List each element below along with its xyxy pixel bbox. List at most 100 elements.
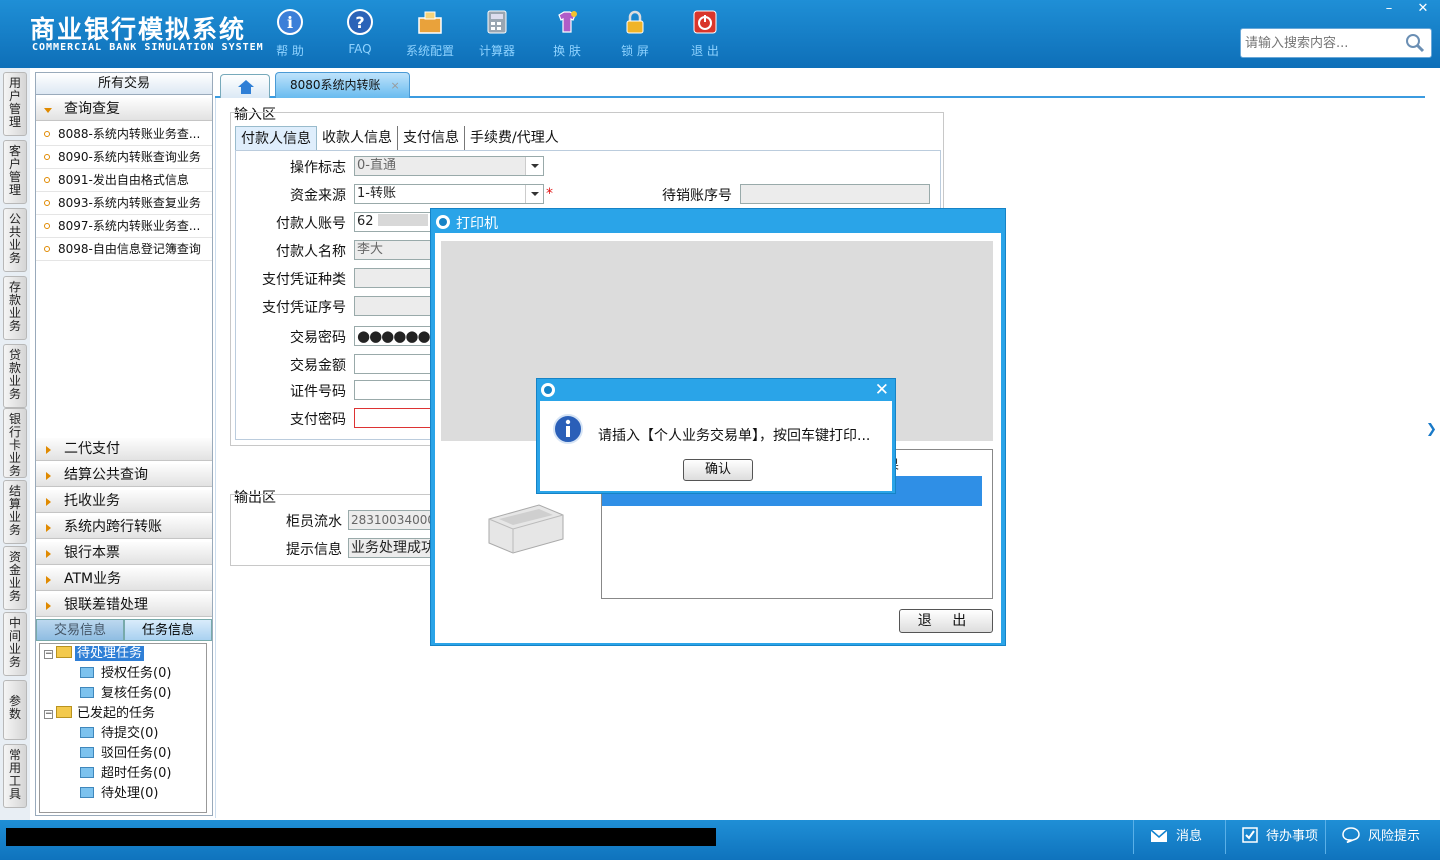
nav-item-8090[interactable]: 8090-系统内转账查询业务 bbox=[36, 146, 212, 169]
skin-label: 换 肤 bbox=[553, 44, 581, 58]
search-icon[interactable] bbox=[1405, 33, 1425, 53]
nav-group-query[interactable]: 查询查复 bbox=[36, 97, 212, 121]
task-icon bbox=[80, 667, 94, 678]
settings-label: 系统配置 bbox=[405, 44, 454, 58]
lock-button[interactable]: 锁 屏 bbox=[605, 8, 665, 59]
home-tab[interactable] bbox=[220, 74, 270, 98]
vtab-settlement[interactable]: 结算业务 bbox=[3, 480, 27, 544]
home-icon bbox=[238, 80, 254, 94]
dropdown-arrow-icon[interactable] bbox=[525, 185, 543, 203]
tree-node-pending[interactable]: − 待处理任务 bbox=[44, 645, 145, 663]
vtab-bank-card[interactable]: 银行卡业务 bbox=[3, 408, 27, 478]
vtab-parameters[interactable]: 参数 bbox=[3, 680, 27, 740]
messages-button[interactable]: 消息 bbox=[1133, 820, 1225, 854]
vtab-public-business[interactable]: 公共业务 bbox=[3, 208, 27, 272]
vertical-module-tabs: 用户管理 客户管理 公共业务 存款业务 贷款业务 银行卡业务 结算业务 资金业务… bbox=[0, 68, 30, 820]
nav-group-label: 银行本票 bbox=[64, 545, 120, 561]
tree-node-rejected[interactable]: 驳回任务(0) bbox=[80, 745, 173, 763]
window-close-button[interactable]: ✕ bbox=[1406, 0, 1440, 18]
nav-group-cashier-cheque[interactable]: 银行本票 bbox=[36, 541, 212, 565]
prompt-info-output: 业务处理成功 bbox=[348, 538, 438, 558]
printer-exit-button[interactable]: 退 出 bbox=[899, 609, 993, 633]
dropdown-arrow-icon[interactable] bbox=[525, 157, 543, 175]
search-input[interactable] bbox=[1241, 29, 1401, 57]
nav-group-label: 系统内跨行转账 bbox=[64, 519, 162, 535]
tab-task-info[interactable]: 任务信息 bbox=[124, 619, 212, 641]
nav-item-8097[interactable]: 8097-系统内转账业务查... bbox=[36, 215, 212, 238]
settings-button[interactable]: 系统配置 bbox=[400, 8, 460, 59]
collapse-icon[interactable]: − bbox=[44, 650, 53, 659]
vtab-deposit[interactable]: 存款业务 bbox=[3, 276, 27, 340]
fund-source-label: 资金来源 bbox=[290, 188, 346, 204]
folder-icon bbox=[56, 706, 72, 718]
pending-account-input[interactable] bbox=[740, 184, 930, 204]
task-icon bbox=[80, 747, 94, 758]
nav-group-label: ATM业务 bbox=[64, 571, 122, 587]
subtab-payment-info[interactable]: 支付信息 bbox=[398, 126, 465, 150]
message-box-close-button[interactable]: ✕ bbox=[875, 381, 889, 399]
chevron-right-icon bbox=[46, 498, 51, 506]
nav-group-collection[interactable]: 托收业务 bbox=[36, 489, 212, 513]
nav-group-cnaps2[interactable]: 二代支付 bbox=[36, 437, 212, 461]
transaction-nav: 所有交易 查询查复 8088-系统内转账业务查... 8090-系统内转账查询业… bbox=[35, 72, 213, 816]
minimize-button[interactable]: – bbox=[1372, 0, 1406, 18]
vtab-user-management[interactable]: 用户管理 bbox=[3, 72, 27, 136]
tree-node-review[interactable]: 复核任务(0) bbox=[80, 685, 173, 703]
chevron-right-icon[interactable]: ❯ bbox=[1426, 422, 1440, 462]
help-button[interactable]: i 帮 助 bbox=[260, 8, 320, 59]
mail-icon bbox=[1150, 829, 1168, 842]
tree-node-authorize[interactable]: 授权任务(0) bbox=[80, 665, 173, 683]
risk-alert-button[interactable]: 风险提示 bbox=[1325, 820, 1435, 854]
nav-group-label: 结算公共查询 bbox=[64, 467, 148, 483]
fund-source-select[interactable]: 1-转账 bbox=[354, 184, 544, 204]
subtab-payee-info[interactable]: 收款人信息 bbox=[317, 126, 398, 150]
messages-label: 消息 bbox=[1176, 829, 1203, 844]
exit-app-button[interactable]: 退 出 bbox=[675, 8, 735, 59]
calculator-label: 计算器 bbox=[478, 44, 515, 58]
help-label: 帮 助 bbox=[276, 44, 304, 58]
tree-node-label: 待提交(0) bbox=[101, 726, 159, 741]
vtab-customer-management[interactable]: 客户管理 bbox=[3, 140, 27, 204]
vtab-intermediary[interactable]: 中间业务 bbox=[3, 612, 27, 676]
required-mark: * bbox=[546, 186, 553, 202]
subtab-payer-info[interactable]: 付款人信息 bbox=[235, 126, 317, 150]
todo-button[interactable]: 待办事项 bbox=[1225, 820, 1325, 854]
nav-item-8093[interactable]: 8093-系统内转账查复业务 bbox=[36, 192, 212, 215]
faq-button[interactable]: ? FAQ bbox=[330, 8, 390, 56]
vtab-funds[interactable]: 资金业务 bbox=[3, 546, 27, 610]
tree-node-initiated[interactable]: − 已发起的任务 bbox=[44, 705, 157, 723]
nav-group-settlement-query[interactable]: 结算公共查询 bbox=[36, 463, 212, 487]
op-flag-value: 0-直通 bbox=[357, 158, 396, 173]
nav-item-8091[interactable]: 8091-发出自由格式信息 bbox=[36, 169, 212, 192]
vtab-common-tools[interactable]: 常用工具 bbox=[3, 744, 27, 808]
skin-button[interactable]: 换 肤 bbox=[537, 8, 597, 59]
vtab-loan[interactable]: 贷款业务 bbox=[3, 344, 27, 408]
calculator-button[interactable]: 计算器 bbox=[467, 8, 527, 59]
amount-label: 交易金额 bbox=[290, 358, 346, 374]
subtab-fee-agent[interactable]: 手续费/代理人 bbox=[465, 126, 564, 150]
teller-serial-label: 柜员流水 bbox=[286, 514, 342, 530]
status-bar: 消息 待办事项 风险提示 bbox=[0, 820, 1440, 860]
bullet-icon bbox=[44, 200, 50, 206]
nav-group-unionpay-error[interactable]: 银联差错处理 bbox=[36, 593, 212, 617]
op-flag-select[interactable]: 0-直通 bbox=[354, 156, 544, 176]
chevron-down-icon bbox=[44, 108, 52, 113]
tree-node-label: 复核任务(0) bbox=[101, 686, 172, 701]
prompt-info-label: 提示信息 bbox=[286, 542, 342, 558]
tab-transaction-info[interactable]: 交易信息 bbox=[36, 619, 124, 641]
confirm-button[interactable]: 确认 bbox=[683, 459, 753, 481]
nav-item-8088[interactable]: 8088-系统内转账业务查... bbox=[36, 123, 212, 146]
tree-node-to-process[interactable]: 待处理(0) bbox=[80, 785, 160, 803]
tree-node-timeout[interactable]: 超时任务(0) bbox=[80, 765, 173, 783]
nav-group-interbank-transfer[interactable]: 系统内跨行转账 bbox=[36, 515, 212, 539]
tree-node-to-submit[interactable]: 待提交(0) bbox=[80, 725, 160, 743]
bullet-icon bbox=[44, 154, 50, 160]
nav-item-8098[interactable]: 8098-自由信息登记簿查询 bbox=[36, 238, 212, 261]
exit-app-label: 退 出 bbox=[691, 44, 719, 58]
collapse-icon[interactable]: − bbox=[44, 710, 53, 719]
task-icon bbox=[80, 767, 94, 778]
tab-close-icon[interactable]: × bbox=[391, 79, 400, 92]
svg-text:i: i bbox=[287, 13, 293, 32]
nav-group-atm[interactable]: ATM业务 bbox=[36, 567, 212, 591]
tab-8080-transfer[interactable]: 8080系统内转账 × bbox=[275, 72, 410, 98]
